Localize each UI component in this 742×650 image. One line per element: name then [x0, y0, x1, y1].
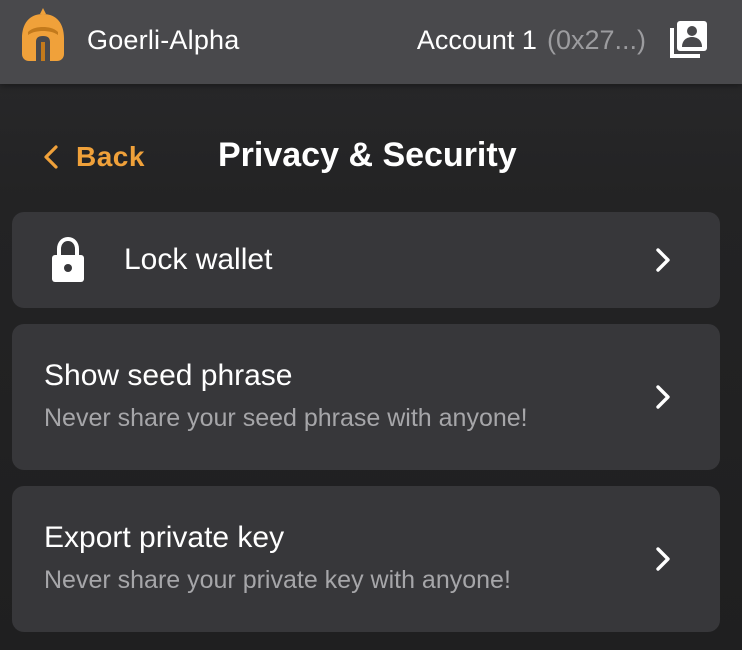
chevron-right-icon [656, 248, 670, 272]
back-label: Back [76, 141, 145, 172]
back-button[interactable]: Back [42, 137, 145, 177]
account-address: (0x27...) [546, 25, 646, 55]
helmet-logo-icon[interactable] [20, 8, 66, 62]
chevron-left-icon [44, 145, 58, 169]
export-private-key-description: Never share your private key with anyone… [44, 566, 511, 594]
account-name: Account 1 [416, 25, 537, 55]
app-window: Goerli-Alpha Account 1 (0x27...) Back Pri… [0, 0, 742, 650]
chevron-right-icon [656, 547, 670, 571]
accounts-list-icon[interactable] [666, 18, 710, 62]
header-bar: Goerli-Alpha Account 1 (0x27...) [0, 0, 742, 84]
lock-wallet-label: Lock wallet [124, 243, 273, 276]
export-private-key-button[interactable]: Export private key Never share your priv… [12, 486, 720, 632]
show-seed-phrase-description: Never share your seed phrase with anyone… [44, 404, 528, 432]
network-name: Goerli-Alpha [87, 25, 240, 55]
export-private-key-label: Export private key [44, 521, 285, 554]
show-seed-phrase-label: Show seed phrase [44, 359, 293, 392]
lock-wallet-button[interactable]: Lock wallet [12, 212, 720, 308]
chevron-right-icon [656, 385, 670, 409]
show-seed-phrase-button[interactable]: Show seed phrase Never share your seed p… [12, 324, 720, 470]
page-title: Privacy & Security [218, 136, 517, 174]
account-selector[interactable]: Account 1 (0x27...) [417, 22, 646, 58]
lock-icon [52, 237, 84, 282]
